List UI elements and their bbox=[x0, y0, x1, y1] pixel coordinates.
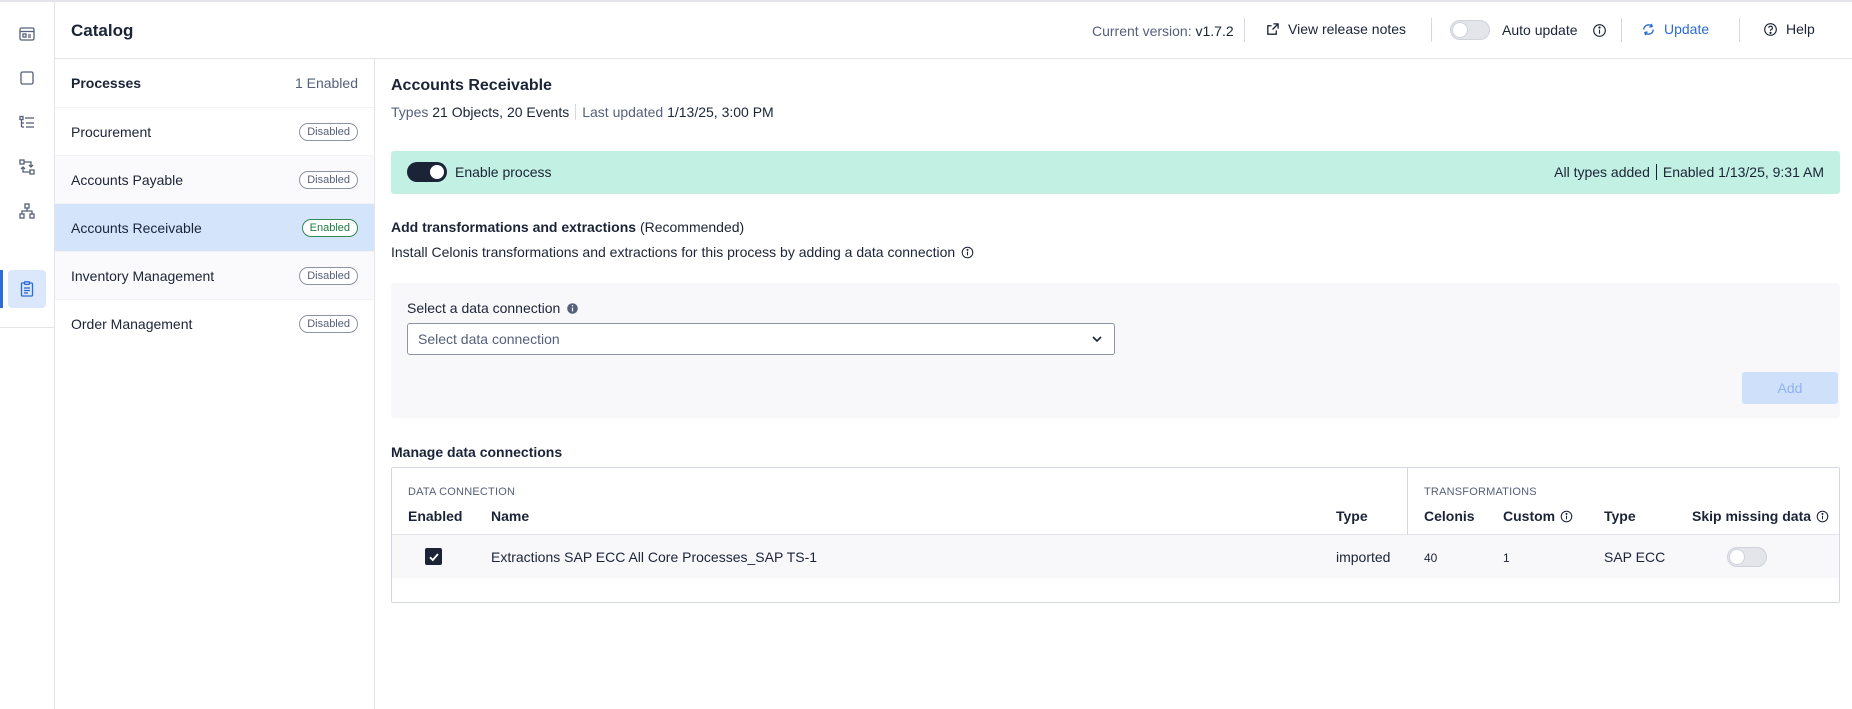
process-item-accounts-payable[interactable]: Accounts Payable Disabled bbox=[55, 155, 374, 203]
current-version: Current version: v1.7.2 bbox=[1092, 23, 1234, 39]
status-badge: Disabled bbox=[299, 122, 358, 141]
process-item-inventory-management[interactable]: Inventory Management Disabled bbox=[55, 251, 374, 299]
header-divider bbox=[1739, 18, 1740, 42]
help-circle-icon bbox=[1764, 22, 1777, 36]
rail-divider bbox=[0, 327, 55, 328]
top-header: Catalog Current version: v1.7.2 View rel… bbox=[55, 2, 1852, 59]
enabled-checkbox[interactable] bbox=[425, 548, 442, 565]
data-connection-box: Select a data connection Select data con… bbox=[391, 283, 1840, 418]
data-connections-table: DATA CONNECTION TRANSFORMATIONS Enabled … bbox=[391, 467, 1840, 603]
status-badge: Disabled bbox=[299, 314, 358, 333]
table-row: Extractions SAP ECC All Core Processes_S… bbox=[392, 534, 1839, 578]
celonis-count: 40 bbox=[1424, 551, 1438, 565]
main-content: Accounts Receivable Types 21 Objects, 20… bbox=[376, 59, 1852, 709]
banner-divider bbox=[1655, 164, 1657, 180]
add-transformations-heading: Add transformations and extractions (Rec… bbox=[391, 219, 745, 235]
info-icon[interactable] bbox=[1592, 23, 1607, 38]
header-divider bbox=[1244, 18, 1245, 42]
add-button[interactable]: Add bbox=[1742, 372, 1838, 404]
enable-process-label: Enable process bbox=[455, 164, 552, 180]
header-divider bbox=[1621, 18, 1622, 42]
connection-type: imported bbox=[1336, 549, 1391, 565]
status-badge: Enabled bbox=[301, 218, 358, 237]
help-button[interactable]: Help bbox=[1763, 21, 1815, 37]
processes-heading: Processes bbox=[71, 75, 142, 91]
column-header-name[interactable]: Name bbox=[491, 508, 529, 524]
status-badge: Disabled bbox=[299, 266, 358, 285]
processes-panel: Processes 1 Enabled Procurement Disabled… bbox=[55, 59, 375, 709]
update-button[interactable]: Update bbox=[1641, 21, 1709, 37]
auto-update-control: Auto update bbox=[1450, 20, 1607, 40]
data-connection-select[interactable]: Select data connection bbox=[407, 323, 1115, 355]
header-divider bbox=[1431, 18, 1432, 42]
refresh-icon bbox=[1643, 23, 1654, 35]
square-icon[interactable] bbox=[12, 63, 42, 93]
auto-update-toggle[interactable] bbox=[1450, 20, 1490, 40]
process-title: Accounts Receivable bbox=[391, 77, 552, 94]
enable-process-toggle[interactable] bbox=[407, 162, 447, 182]
column-header-skip-missing-data: Skip missing data bbox=[1692, 508, 1829, 524]
select-connection-label: Select a data connection bbox=[407, 300, 579, 316]
dashboard-icon[interactable] bbox=[12, 19, 42, 49]
manage-connections-heading: Manage data connections bbox=[391, 444, 563, 460]
external-link-icon bbox=[1267, 22, 1279, 35]
view-release-notes-link[interactable]: View release notes bbox=[1265, 21, 1406, 37]
info-filled-icon[interactable] bbox=[566, 302, 579, 315]
transformation-type: SAP ECC bbox=[1604, 549, 1666, 565]
connection-name: Extractions SAP ECC All Core Processes_S… bbox=[491, 549, 818, 565]
hierarchy-icon[interactable] bbox=[12, 196, 42, 226]
list-tree-icon[interactable] bbox=[12, 108, 42, 138]
group-header-data-connection: DATA CONNECTION bbox=[408, 486, 516, 498]
transform-icon[interactable] bbox=[12, 152, 42, 182]
enabled-count: 1 Enabled bbox=[294, 75, 358, 91]
status-badge: Disabled bbox=[299, 170, 358, 189]
column-header-enabled: Enabled bbox=[408, 508, 463, 524]
banner-status: All types added Enabled 1/13/25, 9:31 AM bbox=[1554, 164, 1824, 180]
process-meta: Types 21 Objects, 20 Events Last updated… bbox=[391, 104, 774, 120]
custom-count: 1 bbox=[1503, 551, 1510, 565]
column-header-type[interactable]: Type bbox=[1336, 508, 1368, 524]
process-item-accounts-receivable[interactable]: Accounts Receivable Enabled bbox=[55, 203, 374, 251]
page-title: Catalog bbox=[71, 21, 134, 40]
column-header-celonis: Celonis bbox=[1424, 508, 1475, 524]
rail-active-indicator bbox=[0, 270, 3, 308]
skip-missing-data-toggle[interactable] bbox=[1727, 547, 1767, 567]
checkmark-icon bbox=[428, 552, 439, 561]
chevron-down-icon bbox=[1092, 336, 1102, 343]
group-header-transformations: TRANSFORMATIONS bbox=[1424, 486, 1537, 498]
info-icon[interactable] bbox=[961, 246, 974, 259]
processes-header: Processes 1 Enabled bbox=[55, 59, 374, 107]
left-rail bbox=[0, 2, 55, 709]
column-header-custom: Custom bbox=[1503, 508, 1573, 524]
info-icon[interactable] bbox=[1816, 510, 1829, 523]
meta-divider bbox=[575, 104, 577, 120]
process-item-procurement[interactable]: Procurement Disabled bbox=[55, 107, 374, 155]
add-transformations-description: Install Celonis transformations and extr… bbox=[391, 244, 974, 260]
enable-process-banner: Enable process All types added Enabled 1… bbox=[391, 151, 1840, 194]
column-header-transformation-type: Type bbox=[1604, 508, 1636, 524]
clipboard-icon[interactable] bbox=[8, 270, 46, 308]
process-item-order-management[interactable]: Order Management Disabled bbox=[55, 299, 374, 347]
info-icon[interactable] bbox=[1560, 510, 1573, 523]
